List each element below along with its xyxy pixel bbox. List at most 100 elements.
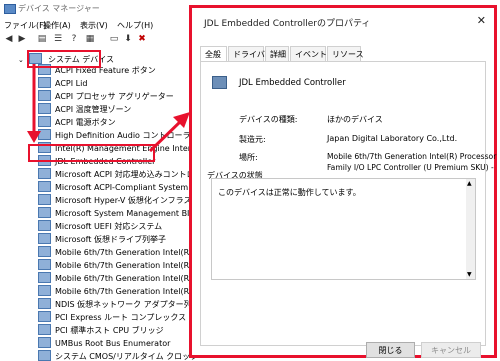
close-button[interactable]: 閉じる bbox=[366, 342, 415, 358]
general-panel: JDL Embedded Controller デバイスの種類: ほかのデバイス… bbox=[200, 61, 496, 346]
location-value-1: Mobile 6th/7th Generation Intel(R) Proce… bbox=[327, 152, 497, 161]
menu-file[interactable]: ファイル(F) bbox=[4, 20, 47, 31]
help-icon[interactable]: ? bbox=[68, 34, 80, 45]
location-label: 場所: bbox=[239, 153, 258, 162]
view-icon[interactable]: ▦ bbox=[84, 34, 96, 45]
tree-item[interactable]: ACPI Lid bbox=[38, 77, 87, 91]
tree-item[interactable]: ACPI プロセッサ アグリゲーター bbox=[38, 90, 174, 104]
device-icon bbox=[38, 298, 51, 309]
scrollbar[interactable]: ▲ ▼ bbox=[466, 179, 475, 279]
tree-item[interactable]: Microsoft Hyper-V 仮想化インフラストラクチャ bbox=[38, 194, 196, 208]
tab-resources[interactable]: リソース bbox=[327, 46, 364, 62]
tab-driver[interactable]: ドライバー bbox=[228, 46, 273, 62]
device-icon bbox=[38, 116, 51, 127]
tree-item-label: PCI 標準ホスト CPU ブリッジ bbox=[55, 326, 164, 335]
list-icon[interactable]: ☰ bbox=[52, 34, 64, 45]
scroll-up-icon[interactable]: ▲ bbox=[467, 180, 472, 187]
properties-dialog: JDL Embedded Controllerのプロパティ ✕ 全般 ドライバー… bbox=[189, 5, 497, 358]
tree-item[interactable]: Microsoft ACPI 対応埋め込みコントローラー bbox=[38, 168, 196, 182]
tree-item-label: Microsoft ACPI 対応埋め込みコントローラー bbox=[55, 170, 196, 179]
tree-item[interactable]: Microsoft System Management BIOS Driver bbox=[38, 207, 196, 221]
tree-item[interactable]: Mobile 6th/7th Generation Intel(R) Proce… bbox=[38, 285, 196, 299]
device-tree: ACPI Fixed Feature ボタン ACPI Lid ACPI プロセッサ… bbox=[0, 50, 196, 361]
menu-view[interactable]: 表示(V) bbox=[80, 20, 108, 31]
device-icon bbox=[38, 129, 51, 140]
tree-item-label: Microsoft Hyper-V 仮想化インフラストラクチャ bbox=[55, 196, 196, 205]
device-icon bbox=[38, 350, 51, 361]
tree-item-label: Mobile 6th/7th Generation Intel(R) Proce… bbox=[55, 287, 196, 296]
device-icon bbox=[38, 181, 51, 192]
update-driver-icon[interactable]: ⬇ bbox=[122, 34, 134, 45]
device-icon bbox=[38, 194, 51, 205]
device-icon bbox=[38, 259, 51, 270]
device-icon bbox=[38, 246, 51, 257]
tree-item[interactable]: PCI 標準ホスト CPU ブリッジ bbox=[38, 324, 164, 338]
tree-item[interactable]: システム CMOS/リアルタイム クロック bbox=[38, 350, 196, 361]
status-text: このデバイスは正常に動作しています。 bbox=[218, 188, 361, 197]
tree-item-label: PCI Express ルート コンプレックス bbox=[55, 313, 187, 322]
tree-item[interactable]: Microsoft ACPI-Compliant System bbox=[38, 181, 188, 195]
tree-item-label: Mobile 6th/7th Generation Intel(R) Proce… bbox=[55, 248, 196, 257]
forward-icon[interactable]: ▶ bbox=[16, 34, 28, 45]
device-manager-icon bbox=[4, 4, 16, 14]
tab-details[interactable]: 詳細 bbox=[265, 46, 289, 62]
device-icon bbox=[38, 90, 51, 101]
close-icon[interactable]: ✕ bbox=[477, 14, 486, 27]
tree-item-label: Microsoft System Management BIOS Driver bbox=[55, 209, 196, 218]
highlight-category bbox=[27, 50, 101, 68]
properties-icon[interactable]: ▤ bbox=[36, 34, 48, 45]
device-icon bbox=[38, 272, 51, 283]
device-icon bbox=[38, 324, 51, 335]
tree-item-label: ACPI Lid bbox=[55, 79, 88, 88]
tree-item-label: ACPI プロセッサ アグリゲーター bbox=[55, 92, 174, 101]
tree-item-label: ACPI 温度管理ゾーン bbox=[55, 105, 132, 114]
device-icon bbox=[38, 220, 51, 231]
tree-item-label: High Definition Audio コントローラー bbox=[55, 131, 196, 140]
device-name: JDL Embedded Controller bbox=[239, 78, 346, 88]
menu-action[interactable]: 操作(A) bbox=[43, 20, 71, 31]
device-icon bbox=[38, 337, 51, 348]
tree-item-label: Mobile 6th/7th Generation Intel(R) Proce… bbox=[55, 261, 196, 270]
device-icon bbox=[38, 233, 51, 244]
scroll-down-icon[interactable]: ▼ bbox=[467, 271, 472, 278]
tree-item[interactable]: Microsoft 仮想ドライブ列挙子 bbox=[38, 233, 166, 247]
tree-item[interactable]: NDIS 仮想ネットワーク アダプター列挙子 bbox=[38, 298, 196, 312]
highlight-item bbox=[28, 144, 155, 162]
tree-item[interactable]: Microsoft UEFI 対応システム bbox=[38, 220, 162, 234]
tree-item-label: Microsoft UEFI 対応システム bbox=[55, 222, 163, 231]
tree-item-label: NDIS 仮想ネットワーク アダプター列挙子 bbox=[55, 300, 196, 309]
type-value: ほかのデバイス bbox=[327, 115, 383, 124]
tree-item[interactable]: PCI Express ルート コンプレックス bbox=[38, 311, 186, 325]
type-label: デバイスの種類: bbox=[239, 115, 298, 124]
status-box: このデバイスは正常に動作しています。 ▲ ▼ bbox=[211, 178, 476, 280]
tab-events[interactable]: イベント bbox=[290, 46, 327, 62]
toolbar: ◀ ▶ ▤ ☰ ? ▦ ▭ ⬇ ✖ bbox=[0, 32, 190, 48]
tree-item[interactable]: UMBus Root Bus Enumerator bbox=[38, 337, 170, 351]
monitor-icon[interactable]: ▭ bbox=[108, 34, 120, 45]
uninstall-icon[interactable]: ✖ bbox=[136, 34, 148, 45]
tree-item[interactable]: Mobile 6th/7th Generation Intel(R) Proce… bbox=[38, 272, 196, 286]
device-icon bbox=[38, 311, 51, 322]
tree-item[interactable]: High Definition Audio コントローラー bbox=[38, 129, 196, 143]
dialog-title: JDL Embedded Controllerのプロパティ bbox=[204, 19, 371, 29]
menu-help[interactable]: ヘルプ(H) bbox=[117, 20, 153, 31]
tree-item[interactable]: Mobile 6th/7th Generation Intel(R) Proce… bbox=[38, 259, 196, 273]
back-icon[interactable]: ◀ bbox=[3, 34, 15, 45]
tree-item-label: UMBus Root Bus Enumerator bbox=[55, 339, 171, 348]
tree-item[interactable]: ACPI 温度管理ゾーン bbox=[38, 103, 131, 117]
tree-item-label: ACPI 電源ボタン bbox=[55, 118, 116, 127]
maker-value: Japan Digital Laboratory Co.,Ltd. bbox=[327, 134, 458, 143]
device-icon bbox=[38, 168, 51, 179]
cancel-button[interactable]: キャンセル bbox=[421, 342, 481, 358]
window-title: デバイス マネージャー bbox=[18, 4, 100, 13]
expand-icon[interactable]: ⌄ bbox=[18, 56, 24, 64]
device-icon bbox=[212, 76, 227, 89]
tree-item-label: Mobile 6th/7th Generation Intel(R) Proce… bbox=[55, 274, 196, 283]
device-icon bbox=[38, 77, 51, 88]
device-icon bbox=[38, 103, 51, 114]
device-icon bbox=[38, 285, 51, 296]
device-icon bbox=[38, 207, 51, 218]
tree-item[interactable]: ACPI 電源ボタン bbox=[38, 116, 116, 130]
tree-item-label: Microsoft ACPI-Compliant System bbox=[55, 183, 189, 192]
tree-item[interactable]: Mobile 6th/7th Generation Intel(R) Proce… bbox=[38, 246, 196, 260]
